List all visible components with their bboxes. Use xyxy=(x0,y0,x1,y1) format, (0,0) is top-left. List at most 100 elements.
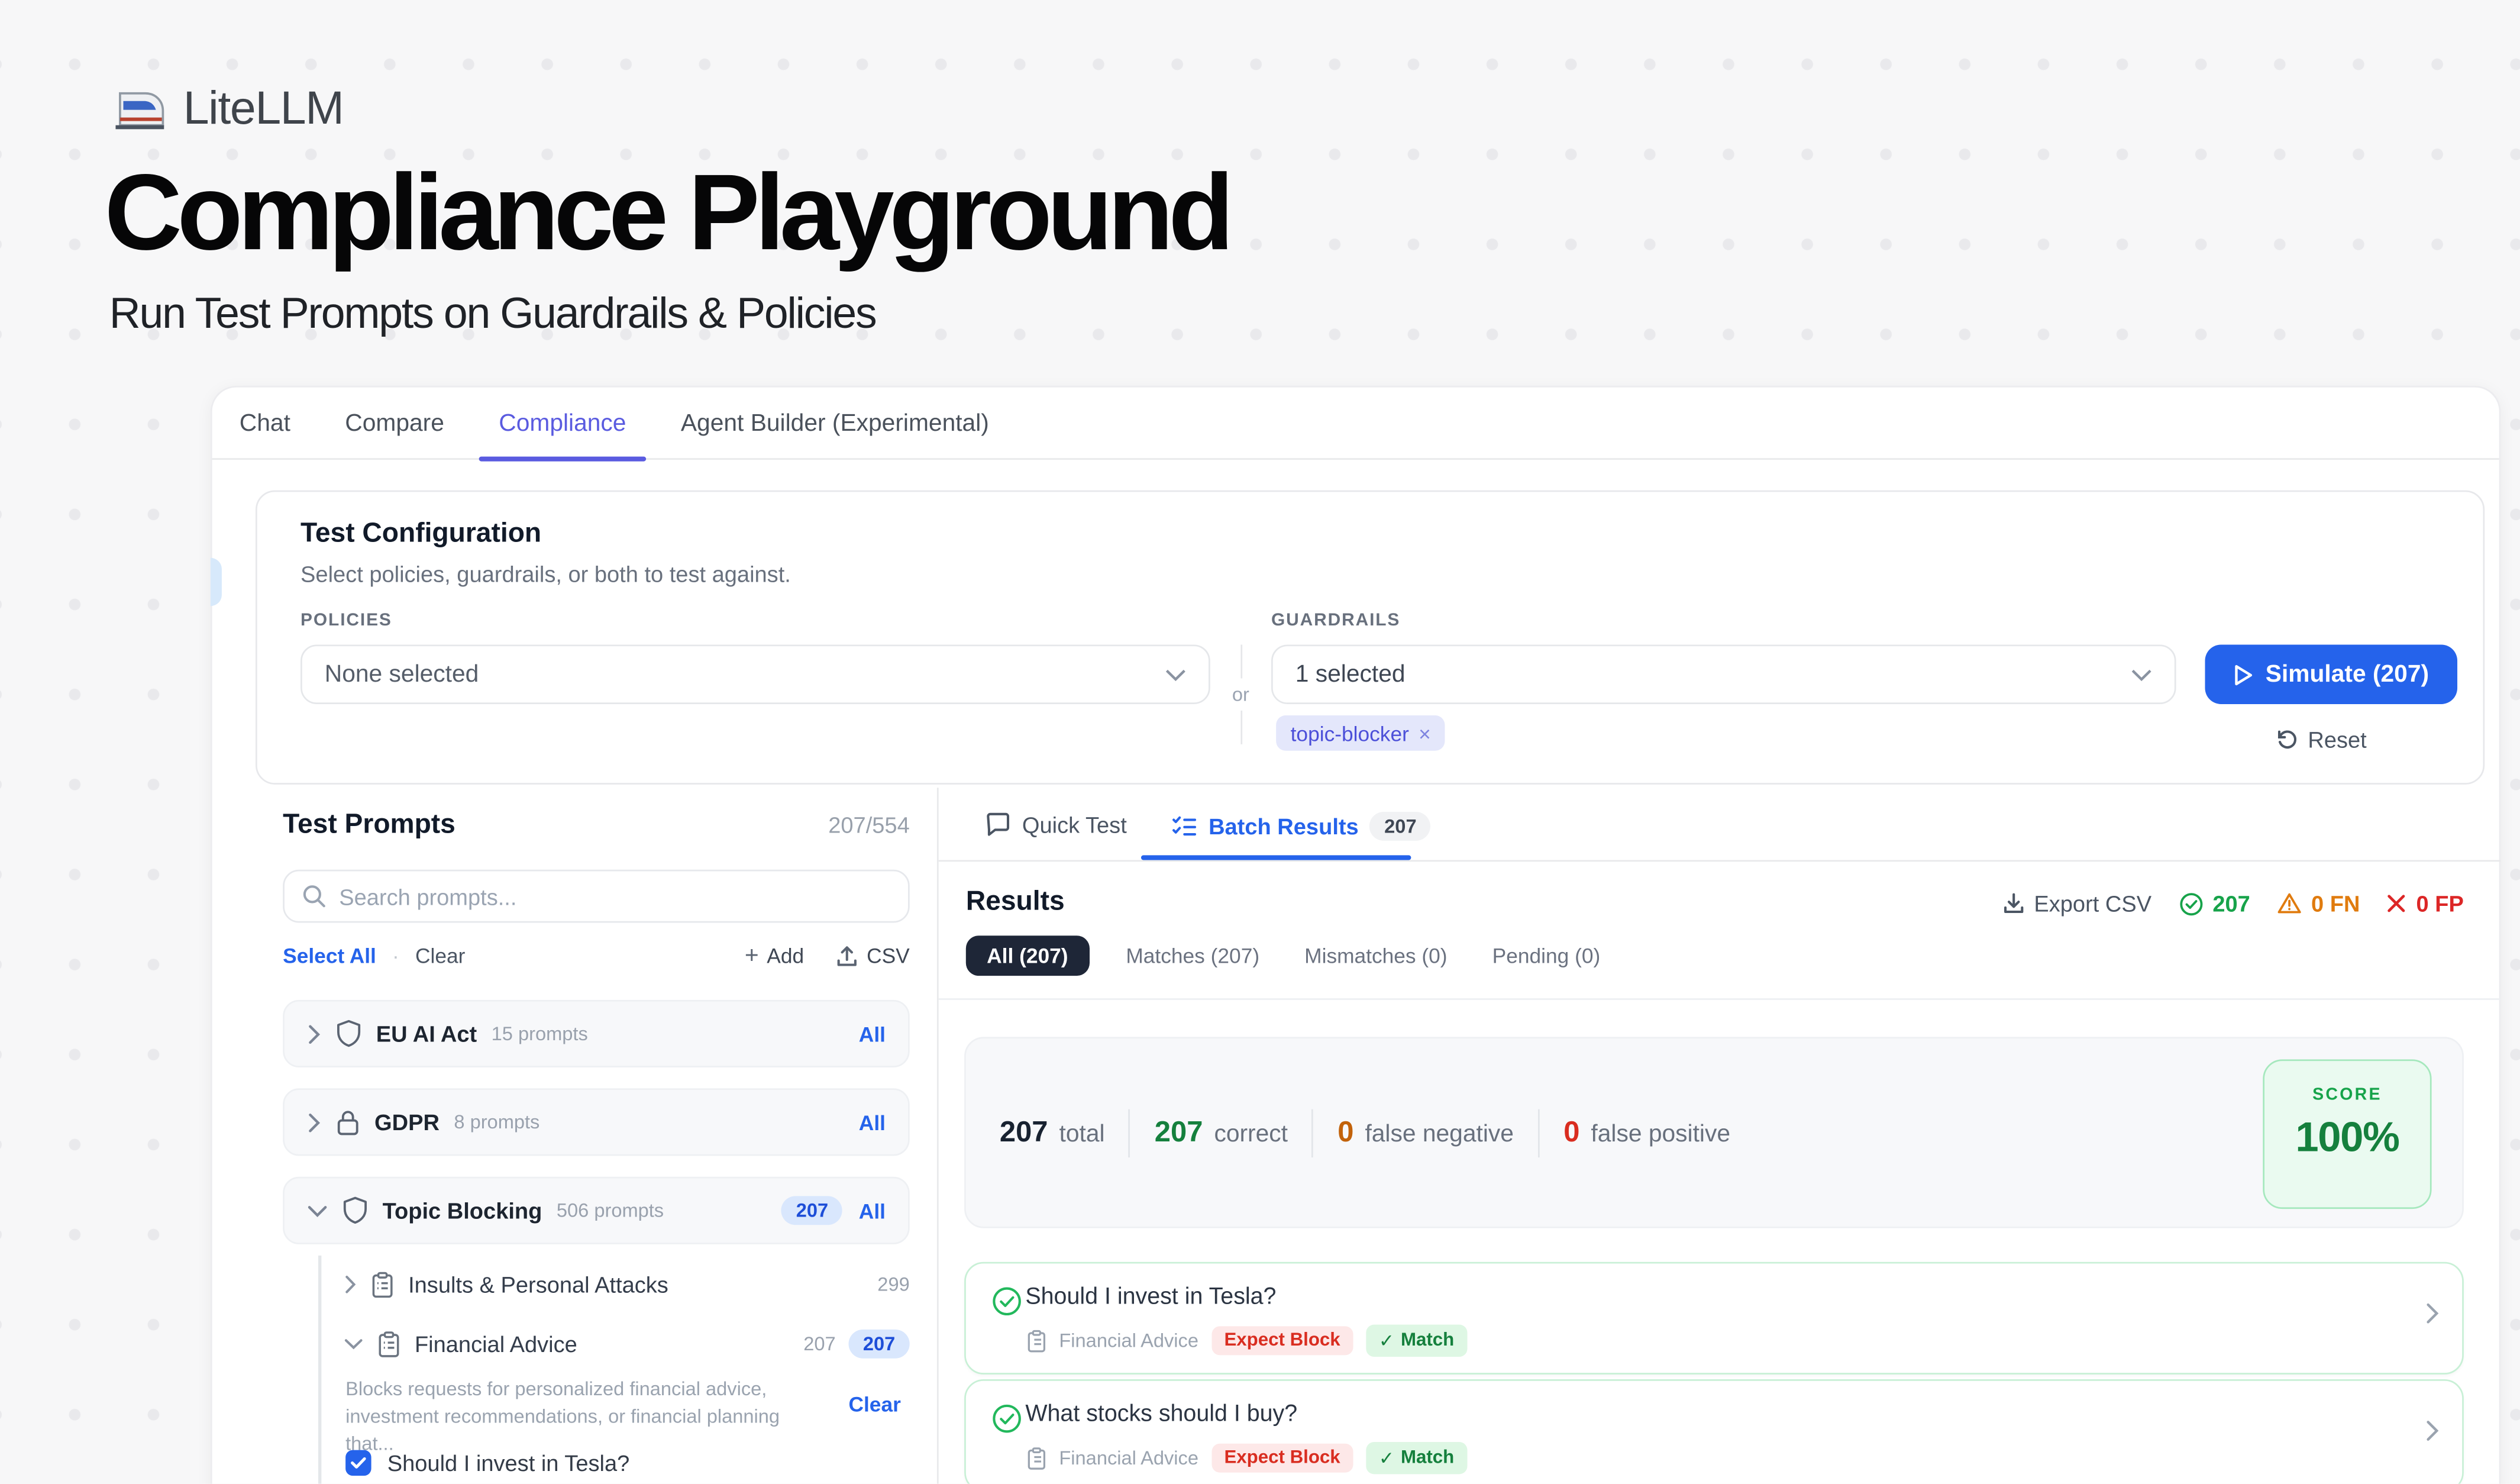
false-positive-count: 0 FP xyxy=(2416,891,2464,916)
active-results-tab-underline xyxy=(1141,855,1411,860)
test-prompts-count: 207/554 xyxy=(828,812,909,837)
subgroup-insults[interactable]: Insults & Personal Attacks 299 xyxy=(344,1269,909,1301)
quick-test-label: Quick Test xyxy=(1022,812,1127,837)
circle-check-icon xyxy=(991,1286,1022,1317)
results-stats: Export CSV 207 0 FN 0 FP xyxy=(2002,891,2464,916)
search-box xyxy=(283,870,910,923)
list-checks-icon xyxy=(1172,814,1197,838)
brand-name: LiteLLM xyxy=(183,83,344,137)
prompt-actions-row: Select All · Clear + Add CSV xyxy=(283,942,910,969)
false-positive-stat: 0 FP xyxy=(2387,891,2464,916)
selected-count-badge: 207 xyxy=(848,1330,909,1359)
speech-bubble-icon xyxy=(985,812,1010,837)
subgroup-clear-link[interactable]: Clear xyxy=(848,1392,900,1417)
or-label: or xyxy=(1232,679,1249,711)
edge-indicator xyxy=(211,558,222,606)
guardrails-label: GUARDRAILS xyxy=(1271,611,1400,630)
group-all-link[interactable]: All xyxy=(859,1110,886,1134)
test-prompts-title: Test Prompts xyxy=(283,809,455,841)
match-badge: ✓ Match xyxy=(1366,1442,1467,1474)
guardrail-chip-topic-blocker[interactable]: topic-blocker × xyxy=(1276,715,1445,751)
result-row[interactable]: What stocks should I buy? Financial Advi… xyxy=(964,1379,2464,1484)
tab-batch-results[interactable]: Batch Results 207 xyxy=(1172,812,1431,841)
add-prompt-button[interactable]: + Add xyxy=(745,942,804,969)
false-negative-stat: 0 FN xyxy=(2277,891,2360,916)
clipboard-list-icon xyxy=(377,1330,400,1357)
results-title: Results xyxy=(966,886,1065,918)
chip-remove-icon[interactable]: × xyxy=(1419,721,1431,746)
prompt-checkbox-row: Should I invest in Tesla? xyxy=(345,1450,629,1476)
filter-matches[interactable]: Matches (207) xyxy=(1118,935,1268,976)
test-configuration-card: Test Configuration Select policies, guar… xyxy=(256,491,2485,785)
simulate-button[interactable]: Simulate (207) xyxy=(2205,644,2458,704)
group-name: GDPR xyxy=(374,1109,440,1135)
score-box: SCORE 100% xyxy=(2263,1059,2431,1209)
filter-pending[interactable]: Pending (0) xyxy=(1484,935,1608,976)
summary-false-negative: 0 false negative xyxy=(1337,1115,1514,1149)
passed-count: 207 xyxy=(2212,891,2250,916)
group-eu-ai-act[interactable]: EU AI Act 15 prompts All xyxy=(283,1000,910,1067)
reset-button[interactable]: Reset xyxy=(2276,727,2367,752)
lock-icon xyxy=(336,1108,360,1135)
filter-mismatches[interactable]: Mismatches (0) xyxy=(1297,935,1456,976)
guardrails-select[interactable]: 1 selected xyxy=(1271,644,2176,704)
result-prompt-title: Should I invest in Tesla? xyxy=(1025,1285,1276,1310)
circle-check-icon xyxy=(991,1404,1022,1434)
test-prompts-header: Test Prompts 207/554 xyxy=(283,809,910,841)
result-meta: Financial Advice Expect Block ✓ Match xyxy=(1027,1442,1467,1474)
group-topic-blocking[interactable]: Topic Blocking 506 prompts 207 All xyxy=(283,1177,910,1244)
compliance-playground-page: LiteLLM Compliance Playground Run Test P… xyxy=(0,0,2520,1484)
summary-correct: 207 correct xyxy=(1155,1115,1288,1149)
policies-select-value: None selected xyxy=(325,661,479,688)
tab-agent-builder[interactable]: Agent Builder (Experimental) xyxy=(681,386,989,459)
csv-upload-button[interactable]: CSV xyxy=(836,944,909,968)
results-filters: All (207) Matches (207) Mismatches (0) P… xyxy=(966,935,1608,976)
reset-icon xyxy=(2276,728,2298,751)
result-row[interactable]: Should I invest in Tesla? Financial Advi… xyxy=(964,1262,2464,1375)
prompt-checkbox-label: Should I invest in Tesla? xyxy=(387,1450,630,1476)
subgroup-count: 299 xyxy=(877,1273,909,1296)
guardrails-select-value: 1 selected xyxy=(1295,661,1406,688)
group-count: 8 prompts xyxy=(454,1111,539,1133)
subgroup-count: 207 xyxy=(803,1333,835,1355)
select-all-link[interactable]: Select All xyxy=(283,944,376,968)
group-all-link[interactable]: All xyxy=(859,1198,886,1222)
active-tab-underline xyxy=(480,456,645,460)
tab-compare[interactable]: Compare xyxy=(345,386,444,459)
results-tabs-border xyxy=(939,860,2501,862)
policies-select[interactable]: None selected xyxy=(301,644,1210,704)
summary-divider xyxy=(1312,1108,1314,1157)
search-input[interactable] xyxy=(339,883,890,909)
group-gdpr[interactable]: GDPR 8 prompts All xyxy=(283,1088,910,1156)
clipboard-list-icon xyxy=(1027,1446,1046,1470)
chevron-right-icon[interactable] xyxy=(2425,1420,2440,1442)
result-category: Financial Advice xyxy=(1059,1330,1198,1352)
or-divider-line-bottom xyxy=(1240,711,1242,744)
match-badge: ✓ Match xyxy=(1366,1325,1467,1357)
filter-all[interactable]: All (207) xyxy=(966,935,1089,976)
tab-chat[interactable]: Chat xyxy=(240,386,290,459)
circle-check-icon xyxy=(2179,891,2203,915)
policies-label: POLICIES xyxy=(301,611,392,630)
passed-stat: 207 xyxy=(2179,891,2250,916)
shield-icon xyxy=(336,1019,361,1048)
group-all-link[interactable]: All xyxy=(859,1022,886,1046)
false-negative-count: 0 FN xyxy=(2311,891,2360,916)
chevron-right-icon xyxy=(307,1023,321,1044)
results-summary-card: 207 total 207 correct 0 false negative 0… xyxy=(964,1037,2464,1228)
check-icon: ✓ xyxy=(1379,1330,1394,1352)
tab-compliance[interactable]: Compliance xyxy=(499,386,626,459)
export-csv-button[interactable]: Export CSV xyxy=(2002,891,2151,916)
clear-link[interactable]: Clear xyxy=(415,944,465,968)
checkbox-checked[interactable] xyxy=(345,1450,371,1476)
chevron-right-icon[interactable] xyxy=(2425,1302,2440,1325)
expect-block-badge: Expect Block xyxy=(1211,1444,1353,1473)
reset-button-label: Reset xyxy=(2308,727,2366,752)
selected-count-badge: 207 xyxy=(781,1196,842,1225)
subgroup-financial-advice[interactable]: Financial Advice 207 207 xyxy=(344,1328,909,1360)
group-count: 15 prompts xyxy=(492,1022,588,1045)
check-icon: ✓ xyxy=(1379,1447,1394,1469)
tab-quick-test[interactable]: Quick Test xyxy=(985,812,1126,837)
csv-label: CSV xyxy=(867,944,910,968)
chevron-down-icon xyxy=(1165,668,1186,681)
